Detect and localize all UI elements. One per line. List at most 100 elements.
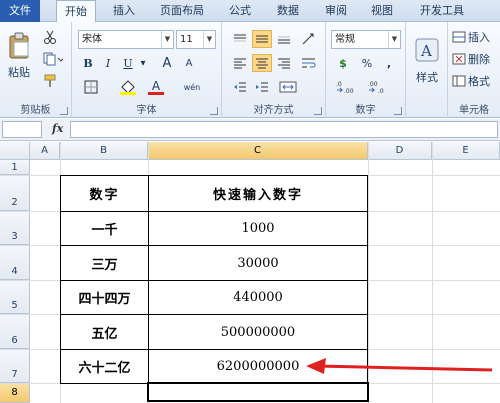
column-header-d[interactable]: D — [368, 142, 432, 160]
column-header-a[interactable]: A — [30, 142, 60, 160]
table-row-value[interactable]: 440000 — [148, 280, 368, 315]
align-top-button[interactable] — [230, 30, 250, 48]
underline-button[interactable]: U — [120, 54, 136, 72]
tab-view[interactable]: 视图 — [362, 0, 402, 22]
table-row-label[interactable]: 五亿 — [60, 314, 149, 350]
clipboard-launcher[interactable] — [60, 107, 68, 115]
column-header-e[interactable]: E — [432, 142, 500, 160]
row-header-6[interactable]: 6 — [0, 314, 30, 349]
table-row-value[interactable]: 500000000 — [148, 314, 368, 350]
copy-button[interactable] — [40, 50, 66, 68]
column-header-b[interactable]: B — [60, 142, 148, 160]
row-header-5[interactable]: 5 — [0, 280, 30, 314]
cut-button[interactable] — [40, 28, 60, 46]
format-cells-button[interactable]: 格式 — [452, 72, 498, 90]
decrease-indent-button[interactable] — [230, 78, 250, 96]
paste-button[interactable]: 粘贴 — [4, 26, 34, 86]
percent-button[interactable]: % — [358, 54, 376, 72]
orientation-button[interactable] — [298, 30, 320, 48]
border-icon — [84, 80, 98, 94]
cells-group: 插入 删除 格式 单元格 — [448, 22, 500, 118]
chevron-down-icon: ▼ — [203, 31, 215, 48]
number-format-select[interactable]: 常规 ▼ — [331, 30, 401, 49]
fx-icon[interactable]: fx — [52, 122, 63, 135]
copy-icon — [43, 52, 63, 66]
delete-cells-button[interactable]: 删除 — [452, 50, 498, 68]
column-header-c[interactable]: C — [148, 142, 368, 160]
align-top-icon — [234, 34, 246, 42]
row-header-1[interactable]: 1 — [0, 160, 30, 175]
svg-text:.0: .0 — [378, 88, 384, 94]
merge-center-button[interactable] — [276, 78, 302, 96]
align-bottom-button[interactable] — [274, 30, 294, 48]
align-middle-button[interactable] — [252, 30, 272, 48]
styles-label: 样式 — [416, 71, 438, 84]
phonetic-label: wén — [183, 82, 201, 92]
clipboard-icon — [9, 32, 29, 59]
scissors-icon — [44, 30, 56, 44]
number-launcher[interactable] — [394, 107, 402, 115]
tab-home[interactable]: 开始 — [56, 0, 96, 23]
table-row-label[interactable]: 四十四万 — [60, 280, 149, 315]
tab-file[interactable]: 文件 — [0, 0, 40, 22]
merge-cells-icon — [279, 81, 297, 93]
increase-decimal-button[interactable]: .0.00 — [334, 78, 360, 96]
row-header-2[interactable]: 2 — [0, 175, 30, 211]
bold-button[interactable]: B — [80, 54, 96, 72]
table-header-quick-input[interactable]: 快速输入数字 — [148, 175, 368, 212]
font-size-select[interactable]: 11 ▼ — [176, 30, 216, 49]
fill-color-button[interactable] — [116, 78, 140, 96]
align-center-button[interactable] — [252, 54, 272, 72]
wrap-text-button[interactable] — [298, 54, 320, 72]
text-orientation-icon — [302, 33, 314, 45]
tab-data[interactable]: 数据 — [268, 0, 308, 22]
active-cell-c8[interactable] — [147, 382, 369, 402]
select-all-corner[interactable] — [0, 142, 30, 160]
table-row-label[interactable]: 一千 — [60, 211, 149, 246]
align-center-icon — [256, 58, 268, 69]
decrease-decimal-button[interactable]: .00.0 — [366, 78, 392, 96]
shrink-font-button[interactable]: A — [180, 54, 198, 72]
font-color-swatch — [148, 91, 164, 95]
alignment-group: 对齐方式 — [222, 22, 326, 118]
borders-button[interactable] — [80, 78, 102, 96]
tab-formulas[interactable]: 公式 — [220, 0, 260, 22]
align-right-button[interactable] — [274, 54, 294, 72]
font-name-value: 宋体 — [82, 34, 102, 45]
phonetic-button[interactable]: wén — [178, 78, 206, 96]
table-row-value[interactable]: 30000 — [148, 245, 368, 281]
underline-dropdown[interactable]: ▾ — [138, 56, 148, 70]
row-header-3[interactable]: 3 — [0, 211, 30, 245]
name-box[interactable] — [2, 121, 42, 138]
increase-indent-button[interactable] — [252, 78, 272, 96]
format-painter-button[interactable] — [40, 72, 60, 90]
table-header-number[interactable]: 数字 — [60, 175, 149, 212]
tab-review[interactable]: 审阅 — [316, 0, 356, 22]
table-row-value[interactable]: 1000 — [148, 211, 368, 246]
tab-developer[interactable]: 开发工具 — [412, 0, 472, 22]
row-header-7[interactable]: 7 — [0, 349, 30, 383]
formula-input[interactable] — [70, 121, 498, 138]
alignment-launcher[interactable] — [314, 107, 322, 115]
table-row-label[interactable]: 六十二亿 — [60, 349, 149, 384]
grow-font-button[interactable]: A — [158, 54, 176, 72]
tab-insert[interactable]: 插入 — [104, 0, 144, 22]
font-name-select[interactable]: 宋体 ▼ — [78, 30, 174, 49]
table-row-label[interactable]: 三万 — [60, 245, 149, 281]
insert-cells-button[interactable]: 插入 — [452, 28, 498, 46]
row-header-4[interactable]: 4 — [0, 245, 30, 280]
chevron-down-icon: ▼ — [161, 31, 173, 48]
styles-button[interactable]: A 样式 — [410, 28, 444, 94]
font-color-button[interactable]: A — [144, 78, 168, 96]
align-middle-icon — [256, 35, 268, 43]
indent-icon — [256, 82, 268, 92]
row-header-8[interactable]: 8 — [0, 383, 30, 403]
italic-button[interactable]: I — [100, 54, 116, 72]
currency-button[interactable]: $ — [332, 54, 354, 72]
font-launcher[interactable] — [210, 107, 218, 115]
svg-text:.0: .0 — [336, 81, 342, 88]
formula-bar: fx — [0, 119, 500, 141]
tab-page-layout[interactable]: 页面布局 — [150, 0, 214, 22]
align-left-button[interactable] — [230, 54, 250, 72]
comma-button[interactable]: , — [380, 54, 398, 72]
